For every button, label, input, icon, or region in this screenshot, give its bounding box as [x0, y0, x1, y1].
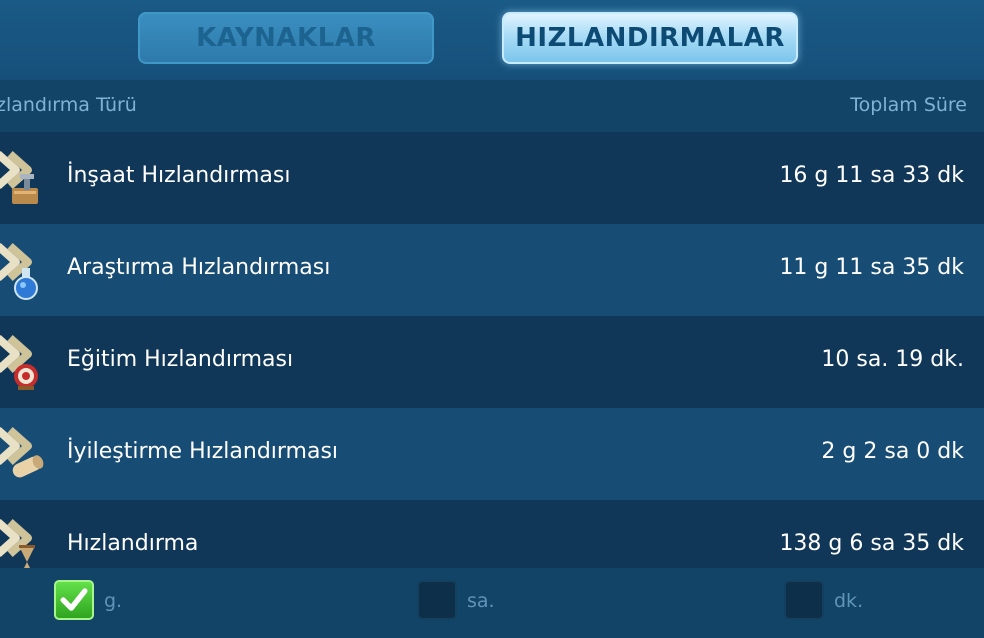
speedup-name: Eğitim Hızlandırması: [67, 347, 294, 372]
column-header-total: Toplam Süre: [850, 94, 967, 116]
time-unit-filter: g. sa. dk.: [0, 568, 984, 638]
table-row: Eğitim Hızlandırması 10 sa. 19 dk.: [0, 316, 984, 408]
tab-speedups[interactable]: HIZLANDIRMALAR: [502, 12, 798, 64]
hours-label: sa.: [467, 590, 495, 612]
speedup-total: 10 sa. 19 dk.: [821, 347, 964, 372]
table-header: zlandırma Türü Toplam Süre: [0, 80, 984, 132]
speedup-total: 138 g 6 sa 35 dk: [779, 531, 964, 556]
tab-bar: KAYNAKLAR HIZLANDIRMALAR: [0, 0, 984, 80]
minutes-label: dk.: [834, 590, 864, 612]
healing-speedup-icon: [0, 427, 44, 478]
speedup-total: 11 g 11 sa 35 dk: [779, 255, 964, 280]
speedup-name: Araştırma Hızlandırması: [67, 255, 331, 280]
speedup-name: Hızlandırma: [67, 531, 199, 556]
speedup-name: İyileştirme Hızlandırması: [67, 439, 339, 464]
days-label: g.: [104, 590, 123, 612]
speedup-total: 2 g 2 sa 0 dk: [821, 439, 964, 464]
training-speedup-icon: [0, 335, 38, 390]
research-speedup-icon: [0, 243, 38, 300]
column-header-type: zlandırma Türü: [0, 94, 137, 116]
hours-checkbox[interactable]: [417, 580, 457, 620]
days-checkbox[interactable]: [54, 580, 94, 620]
table-row: Araştırma Hızlandırması 11 g 11 sa 35 dk: [0, 224, 984, 316]
table-row: İyileştirme Hızlandırması 2 g 2 sa 0 dk: [0, 408, 984, 500]
checkmark-icon: [60, 588, 88, 611]
table-row: İnşaat Hızlandırması 16 g 11 sa 33 dk: [0, 132, 984, 224]
speedup-list: İnşaat Hızlandırması 16 g 11 sa 33 dk Ar…: [0, 132, 984, 592]
speedup-name: İnşaat Hızlandırması: [67, 163, 291, 188]
minutes-checkbox[interactable]: [784, 580, 824, 620]
speedup-total: 16 g 11 sa 33 dk: [779, 163, 964, 188]
construction-speedup-icon: [0, 151, 38, 204]
tab-resources[interactable]: KAYNAKLAR: [138, 12, 434, 64]
